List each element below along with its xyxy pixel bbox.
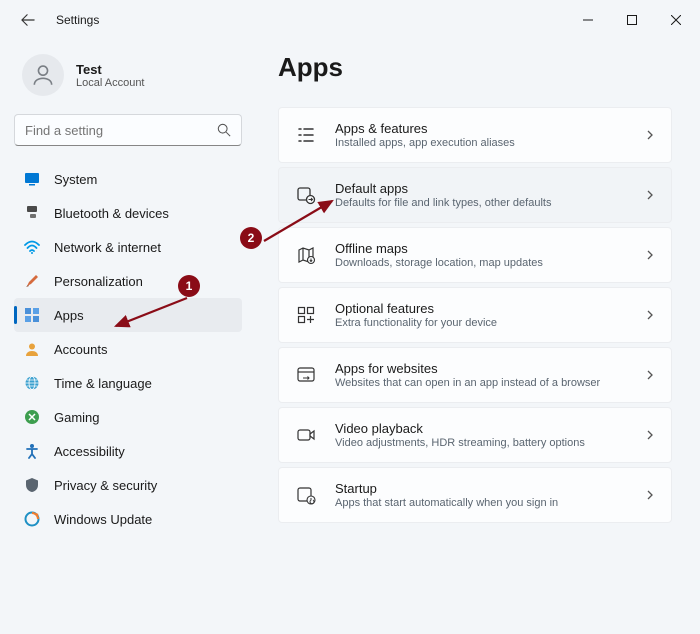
sidebar-item-label: Accounts xyxy=(54,342,107,357)
update-icon xyxy=(24,511,40,527)
card-offline-maps[interactable]: Offline maps Downloads, storage location… xyxy=(278,227,672,283)
minimize-button[interactable] xyxy=(566,5,610,35)
card-subtitle: Defaults for file and link types, other … xyxy=(335,197,627,209)
sidebar-item-apps[interactable]: Apps xyxy=(14,298,242,332)
apps-icon xyxy=(24,307,40,323)
person-icon xyxy=(30,62,56,88)
sidebar-item-privacy[interactable]: Privacy & security xyxy=(14,468,242,502)
user-account-type: Local Account xyxy=(76,77,145,89)
sidebar-item-label: Apps xyxy=(54,308,84,323)
chevron-right-icon xyxy=(645,190,655,200)
sidebar-item-label: Bluetooth & devices xyxy=(54,206,169,221)
sidebar-nav: System Bluetooth & devices Network & int… xyxy=(14,162,242,536)
startup-icon xyxy=(295,484,317,506)
shield-icon xyxy=(24,477,40,493)
card-title: Startup xyxy=(335,481,627,496)
card-title: Optional features xyxy=(335,301,627,316)
map-icon xyxy=(295,244,317,266)
window-title: Settings xyxy=(56,13,99,27)
arrow-left-icon xyxy=(21,13,35,27)
card-startup[interactable]: Startup Apps that start automatically wh… xyxy=(278,467,672,523)
card-title: Offline maps xyxy=(335,241,627,256)
card-subtitle: Apps that start automatically when you s… xyxy=(335,497,627,509)
sidebar-item-time-language[interactable]: Time & language xyxy=(14,366,242,400)
sidebar-item-label: Windows Update xyxy=(54,512,152,527)
search-input-container[interactable] xyxy=(14,114,242,146)
sidebar-item-bluetooth[interactable]: Bluetooth & devices xyxy=(14,196,242,230)
sidebar-item-label: Network & internet xyxy=(54,240,161,255)
card-subtitle: Extra functionality for your device xyxy=(335,317,627,329)
gaming-icon xyxy=(24,409,40,425)
annotation-badge-1: 1 xyxy=(178,275,200,297)
sidebar-item-label: Accessibility xyxy=(54,444,125,459)
card-subtitle: Downloads, storage location, map updates xyxy=(335,257,627,269)
default-apps-icon xyxy=(295,184,317,206)
sidebar-item-system[interactable]: System xyxy=(14,162,242,196)
paintbrush-icon xyxy=(24,273,40,289)
card-title: Video playback xyxy=(335,421,627,436)
card-video-playback[interactable]: Video playback Video adjustments, HDR st… xyxy=(278,407,672,463)
search-icon xyxy=(217,123,231,137)
card-title: Apps & features xyxy=(335,121,627,136)
user-name: Test xyxy=(76,62,145,77)
close-icon xyxy=(671,15,681,25)
user-profile[interactable]: Test Local Account xyxy=(14,48,242,114)
sidebar-item-accessibility[interactable]: Accessibility xyxy=(14,434,242,468)
chevron-right-icon xyxy=(645,130,655,140)
sidebar-item-label: Time & language xyxy=(54,376,152,391)
card-subtitle: Video adjustments, HDR streaming, batter… xyxy=(335,437,627,449)
chevron-right-icon xyxy=(645,250,655,260)
chevron-right-icon xyxy=(645,370,655,380)
back-button[interactable] xyxy=(14,6,42,34)
card-subtitle: Websites that can open in an app instead… xyxy=(335,377,627,389)
card-title: Apps for websites xyxy=(335,361,627,376)
sidebar-item-accounts[interactable]: Accounts xyxy=(14,332,242,366)
annotation-badge-2: 2 xyxy=(240,227,262,249)
sidebar-item-network[interactable]: Network & internet xyxy=(14,230,242,264)
apps-websites-icon xyxy=(295,364,317,386)
close-button[interactable] xyxy=(654,5,698,35)
sidebar-item-label: Personalization xyxy=(54,274,143,289)
search-input[interactable] xyxy=(25,123,217,138)
chevron-right-icon xyxy=(645,310,655,320)
accessibility-icon xyxy=(24,443,40,459)
card-apps-for-websites[interactable]: Apps for websites Websites that can open… xyxy=(278,347,672,403)
list-icon xyxy=(295,124,317,146)
card-title: Default apps xyxy=(335,181,627,196)
globe-icon xyxy=(24,375,40,391)
video-icon xyxy=(295,424,317,446)
accounts-icon xyxy=(24,341,40,357)
card-apps-features[interactable]: Apps & features Installed apps, app exec… xyxy=(278,107,672,163)
bluetooth-icon xyxy=(24,205,40,221)
system-icon xyxy=(24,171,40,187)
wifi-icon xyxy=(24,239,40,255)
card-optional-features[interactable]: Optional features Extra functionality fo… xyxy=(278,287,672,343)
minimize-icon xyxy=(583,15,593,25)
sidebar-item-label: Gaming xyxy=(54,410,100,425)
page-title: Apps xyxy=(278,52,672,83)
card-default-apps[interactable]: Default apps Defaults for file and link … xyxy=(278,167,672,223)
sidebar-item-gaming[interactable]: Gaming xyxy=(14,400,242,434)
optional-features-icon xyxy=(295,304,317,326)
chevron-right-icon xyxy=(645,490,655,500)
sidebar-item-windows-update[interactable]: Windows Update xyxy=(14,502,242,536)
chevron-right-icon xyxy=(645,430,655,440)
sidebar-item-label: System xyxy=(54,172,97,187)
maximize-button[interactable] xyxy=(610,5,654,35)
card-subtitle: Installed apps, app execution aliases xyxy=(335,137,627,149)
sidebar-item-label: Privacy & security xyxy=(54,478,157,493)
avatar xyxy=(22,54,64,96)
sidebar-item-personalization[interactable]: Personalization xyxy=(14,264,242,298)
maximize-icon xyxy=(627,15,637,25)
